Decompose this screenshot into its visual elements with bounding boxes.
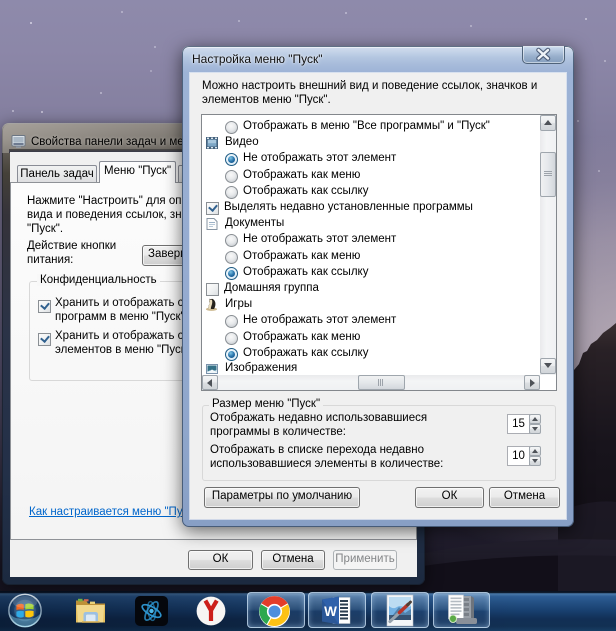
- svg-text:W: W: [324, 604, 337, 619]
